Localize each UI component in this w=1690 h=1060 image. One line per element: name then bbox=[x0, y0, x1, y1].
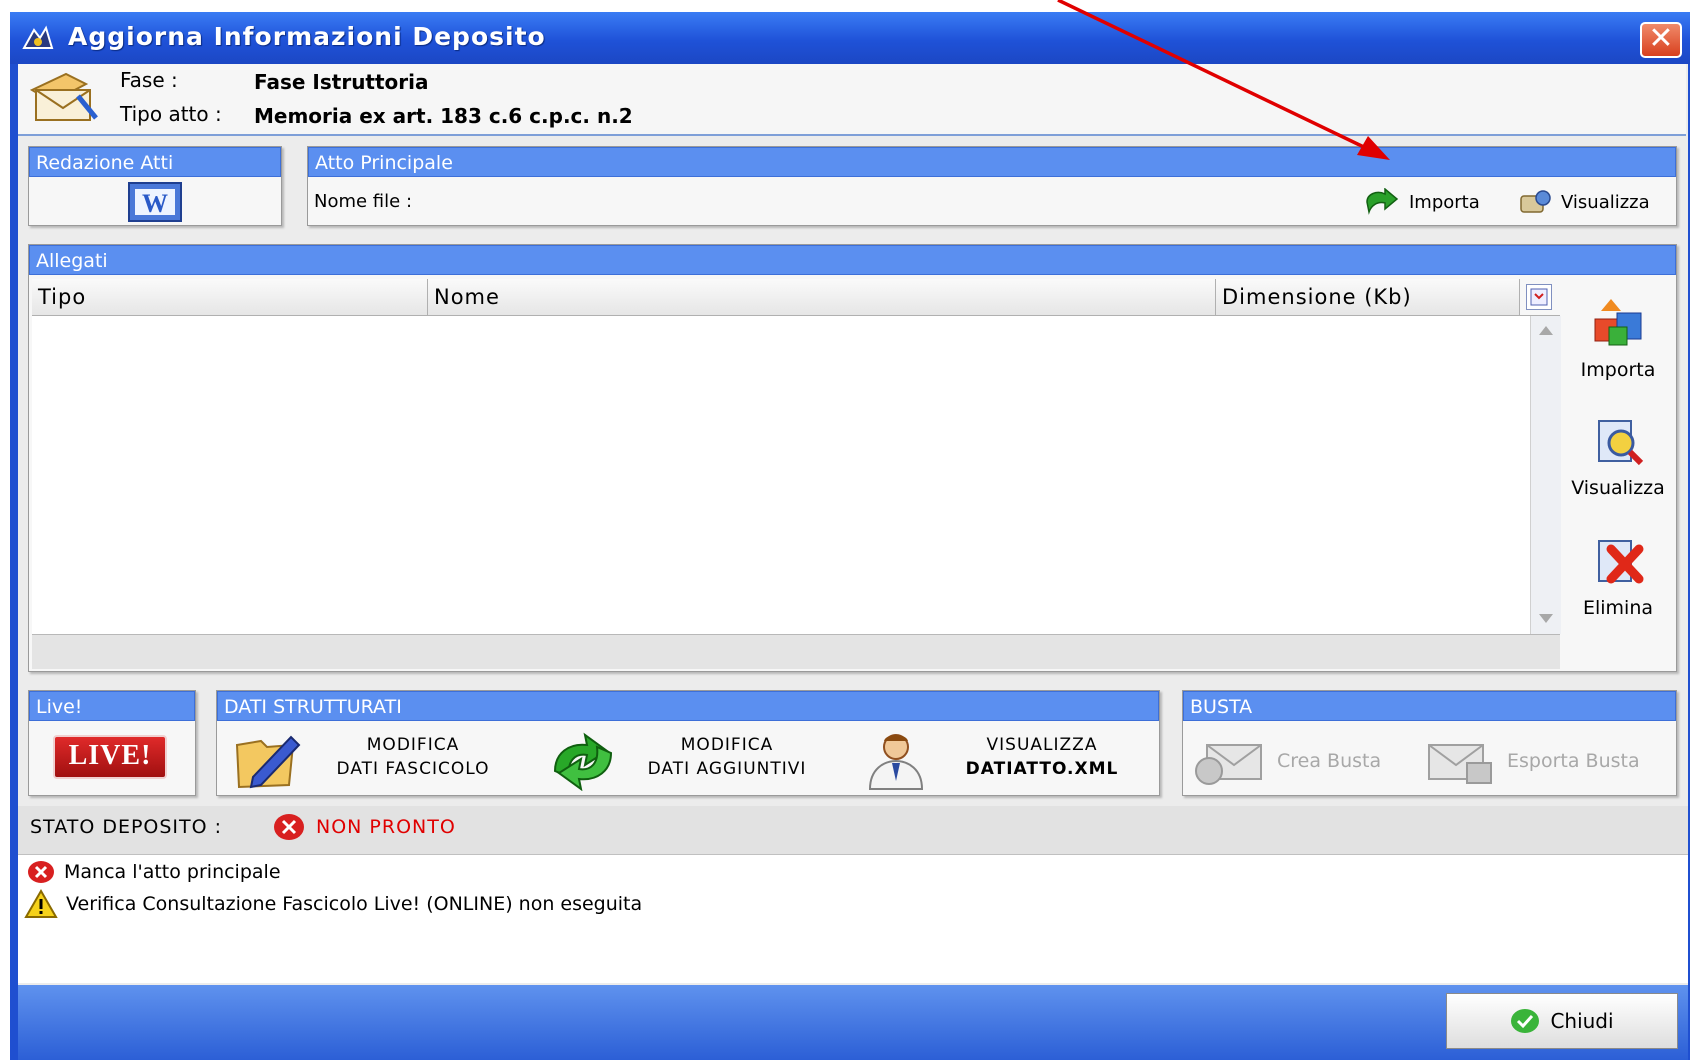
check-icon bbox=[1511, 1009, 1540, 1033]
redazione-atti-title: Redazione Atti bbox=[29, 147, 281, 177]
atto-principale-title: Atto Principale bbox=[308, 147, 1676, 177]
atto-visualizza-button[interactable]: Visualizza bbox=[1517, 185, 1650, 219]
atto-visualizza-label: Visualizza bbox=[1561, 191, 1650, 213]
import-arrow-icon bbox=[1366, 188, 1399, 215]
allegati-importa-button[interactable]: Importa bbox=[1561, 297, 1675, 391]
window-title: Aggiorna Informazioni Deposito bbox=[68, 22, 546, 51]
close-icon: ✕ bbox=[1648, 21, 1674, 56]
list-item: Manca l'atto principale bbox=[26, 859, 281, 885]
edit-folder-icon bbox=[235, 735, 301, 789]
modifica-aggiuntivi-line1: MODIFICA bbox=[680, 735, 774, 755]
dati-strutturati-title: DATI STRUTTURATI bbox=[217, 691, 1159, 721]
modifica-fascicolo-line1: MODIFICA bbox=[366, 735, 460, 755]
live-button[interactable]: LIVE! bbox=[53, 735, 167, 779]
view-icon bbox=[1520, 190, 1551, 213]
atto-importa-label: Importa bbox=[1409, 191, 1480, 213]
modifica-dati-fascicolo-button[interactable]: MODIFICA DATI FASCICOLO bbox=[233, 731, 523, 791]
modifica-fascicolo-line2: DATI FASCICOLO bbox=[336, 759, 490, 779]
dati-strutturati-panel: DATI STRUTTURATI MODIFICA DATI FASCICOLO… bbox=[216, 690, 1160, 796]
delete-icon bbox=[1598, 540, 1644, 584]
allegati-scrollbar[interactable] bbox=[1530, 316, 1561, 634]
visualizza-xml-line2: DATIATTO.XML bbox=[965, 759, 1119, 779]
message-text: Verifica Consultazione Fascicolo Live! (… bbox=[66, 893, 643, 915]
visualizza-datiatto-button[interactable]: VISUALIZZA DATIATTO.XML bbox=[862, 731, 1152, 791]
scroll-up-icon[interactable] bbox=[1539, 326, 1553, 335]
atto-principale-panel: Atto Principale Nome file : Importa Visu… bbox=[307, 146, 1677, 226]
svg-text:W: W bbox=[142, 189, 168, 218]
message-text: Manca l'atto principale bbox=[64, 861, 281, 883]
list-item: Verifica Consultazione Fascicolo Live! (… bbox=[24, 889, 642, 919]
allegati-panel: Allegati Tipo Nome Dimensione (Kb) Impor… bbox=[28, 244, 1677, 672]
stato-deposito-bar bbox=[18, 806, 1688, 854]
stato-deposito-label: STATO DEPOSITO : bbox=[30, 816, 223, 838]
column-tipo[interactable]: Tipo bbox=[32, 279, 428, 315]
import-blocks-icon bbox=[1594, 299, 1642, 346]
envelope-icon bbox=[26, 68, 102, 128]
nome-file-label: Nome file : bbox=[314, 191, 413, 212]
chiudi-label: Chiudi bbox=[1550, 1009, 1614, 1033]
busta-title: BUSTA bbox=[1183, 691, 1676, 721]
allegati-importa-label: Importa bbox=[1580, 359, 1656, 381]
live-panel: Live! LIVE! bbox=[28, 690, 196, 796]
chiudi-button[interactable]: Chiudi bbox=[1446, 993, 1678, 1049]
live-title: Live! bbox=[29, 691, 195, 721]
redazione-atti-panel: Redazione Atti W bbox=[28, 146, 282, 226]
crea-busta-button[interactable]: Crea Busta bbox=[1193, 731, 1413, 791]
magnifier-document-icon bbox=[1598, 420, 1644, 466]
allegati-grid-body[interactable] bbox=[32, 316, 1530, 634]
esporta-busta-button[interactable]: Esporta Busta bbox=[1423, 731, 1673, 791]
word-button[interactable]: W bbox=[127, 181, 183, 223]
stato-error-icon bbox=[272, 812, 306, 842]
allegati-title: Allegati bbox=[29, 245, 1676, 275]
scroll-down-icon[interactable] bbox=[1539, 614, 1553, 623]
export-envelope-icon bbox=[1428, 744, 1492, 784]
column-chooser-button[interactable] bbox=[1526, 284, 1552, 310]
allegati-grid-footer bbox=[32, 634, 1560, 669]
messages-list: Manca l'atto principale Verifica Consult… bbox=[18, 854, 1688, 983]
warning-icon bbox=[24, 889, 58, 918]
esporta-busta-label: Esporta Busta bbox=[1507, 750, 1640, 772]
doctor-icon bbox=[868, 734, 924, 790]
fase-value: Fase Istruttoria bbox=[254, 70, 429, 94]
atto-importa-button[interactable]: Importa bbox=[1363, 185, 1480, 219]
green-arrows-icon bbox=[553, 732, 613, 791]
allegati-elimina-label: Elimina bbox=[1582, 597, 1654, 619]
create-envelope-icon bbox=[1195, 744, 1262, 785]
allegati-elimina-button[interactable]: Elimina bbox=[1561, 535, 1675, 629]
column-dimensione[interactable]: Dimensione (Kb) bbox=[1216, 279, 1520, 315]
error-icon bbox=[28, 861, 54, 883]
app-icon bbox=[20, 22, 56, 56]
allegati-grid-header: Tipo Nome Dimensione (Kb) bbox=[32, 279, 1560, 316]
busta-panel: BUSTA Crea Busta Esporta Busta bbox=[1182, 690, 1677, 796]
allegati-visualizza-button[interactable]: Visualizza bbox=[1561, 415, 1675, 509]
modifica-aggiuntivi-line2: DATI AGGIUNTIVI bbox=[647, 759, 807, 779]
column-chooser-icon bbox=[1530, 288, 1548, 306]
tipo-atto-value: Memoria ex art. 183 c.6 c.p.c. n.2 bbox=[254, 104, 633, 128]
fase-label: Fase : bbox=[120, 68, 178, 92]
stato-deposito-value: NON PRONTO bbox=[316, 816, 456, 838]
allegati-visualizza-label: Visualizza bbox=[1571, 477, 1665, 499]
crea-busta-label: Crea Busta bbox=[1277, 750, 1382, 772]
tipo-atto-label: Tipo atto : bbox=[120, 102, 222, 126]
close-button[interactable]: ✕ bbox=[1640, 22, 1682, 58]
visualizza-xml-line1: VISUALIZZA bbox=[986, 735, 1098, 755]
footer-bar bbox=[18, 985, 1688, 1060]
word-icon: W bbox=[128, 182, 182, 222]
column-nome[interactable]: Nome bbox=[428, 279, 1216, 315]
modifica-dati-aggiuntivi-button[interactable]: MODIFICA DATI AGGIUNTIVI bbox=[547, 731, 837, 791]
